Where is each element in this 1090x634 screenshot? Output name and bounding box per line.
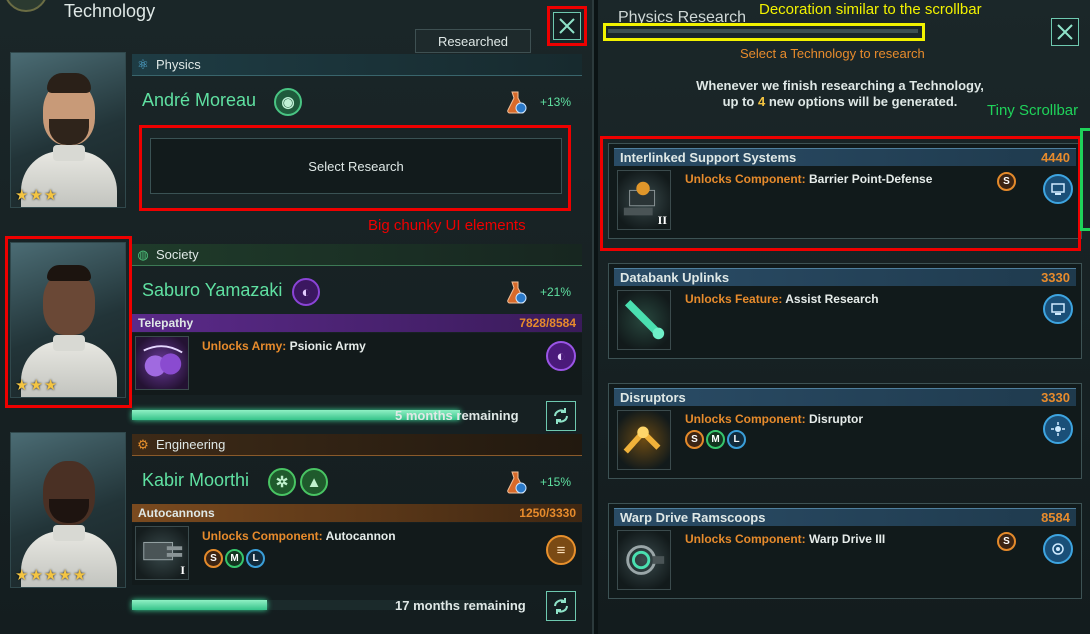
close-physics-research-button[interactable] (1051, 18, 1079, 46)
time-remaining: 17 months remaining (395, 598, 526, 613)
engineering-header: ⚙ Engineering (132, 434, 582, 456)
slot-large-icon: L (727, 430, 746, 449)
computer-category-icon (1043, 294, 1073, 324)
project-name: Autocannons (138, 506, 215, 520)
research-flask-icon (507, 471, 527, 494)
options-info: Whenever we finish researching a Technol… (696, 78, 984, 109)
research-flask-icon (507, 281, 527, 304)
tech-option-card[interactable]: Databank Uplinks 3330 Unlocks Feature: As… (608, 263, 1082, 359)
cycle-icon (554, 598, 568, 614)
ramscoop-tech-image (617, 530, 671, 590)
scientist-name[interactable]: Saburo Yamazaki (142, 280, 282, 301)
dna-trait-icon[interactable]: ✲ (268, 468, 296, 496)
skill-stars: ★ ★ ★ (15, 187, 58, 204)
physics-scientist-row: André Moreau ◉ +13% (132, 82, 582, 122)
telepathy-project-body[interactable]: Unlocks Army: Psionic Army ◐ (132, 333, 582, 395)
engineering-scientist-row: Kabir Moorthi ✲ ▲ +15% (132, 462, 582, 502)
physics-header: ⚛ Physics (132, 54, 582, 76)
gear-icon: ⚙ (137, 436, 149, 452)
project-progress-text: 7828/8584 (519, 316, 576, 330)
annotation-close-box (547, 6, 587, 46)
unlock-description: Unlocks Component: Disruptor (685, 412, 864, 426)
annotation-tiny-scrollbar: Tiny Scrollbar (987, 102, 1079, 119)
globe-icon: ◍ (137, 246, 149, 262)
project-progress-text: 1250/3330 (519, 506, 576, 520)
weapons-category-icon: ≡ (546, 535, 576, 565)
scientist-name[interactable]: Kabir Moorthi (142, 470, 249, 491)
slot-medium-icon: M (706, 430, 725, 449)
time-remaining: 5 months remaining (395, 408, 519, 423)
society-scientist-row: Saburo Yamazaki ◐ +21% (132, 272, 582, 312)
slot-sizes: S M L (204, 549, 265, 568)
slot-large-icon: L (246, 549, 265, 568)
society-area-icon: ◐ (546, 341, 576, 371)
autocannon-tech-image: I (135, 526, 189, 580)
tech-tier: I (180, 563, 185, 577)
close-icon (1057, 24, 1073, 40)
category-label: Physics (156, 57, 201, 72)
panel-subtitle: Select a Technology to research (740, 46, 925, 61)
project-name: Telepathy (138, 316, 194, 330)
energy-weapon-category-icon (1043, 414, 1073, 444)
category-label: Society (156, 247, 199, 262)
category-label: Engineering (156, 437, 226, 452)
panel-title: Technology (64, 1, 156, 21)
annotation-big-chunky: Big chunky UI elements (368, 217, 526, 234)
slot-small-icon: S (204, 549, 223, 568)
annotation-scrollbar-box (1080, 128, 1090, 231)
research-bonus: +21% (540, 285, 572, 299)
cycle-icon (554, 408, 568, 424)
annotation-decoration: Decoration similar to the scrollbar (759, 1, 982, 18)
databank-tech-image (617, 290, 671, 350)
skill-stars: ★ ★ ★ ★ ★ (15, 567, 87, 584)
annotation-decoration-box (603, 23, 925, 41)
card-header: Warp Drive Ramscoops 8584 (614, 508, 1076, 526)
scientist-portrait-engineering[interactable]: ★ ★ ★ ★ ★ (10, 432, 126, 588)
telepathy-tech-image (135, 336, 189, 390)
tech-option-card[interactable]: Disruptors 3330 Unlocks Component: Disrup… (608, 383, 1082, 479)
card-header: Disruptors 3330 (614, 388, 1076, 406)
ftl-drive-category-icon (1043, 534, 1073, 564)
scientist-portrait-physics[interactable]: ★ ★ ★ (10, 52, 126, 208)
disruptor-tech-image (617, 410, 671, 470)
tech-option-card[interactable]: Warp Drive Ramscoops 8584 Unlocks Compone… (608, 503, 1082, 599)
atom-icon: ⚛ (137, 56, 149, 72)
research-bonus: +15% (540, 475, 572, 489)
annotation-portrait-box (5, 236, 132, 408)
autocannons-project-header[interactable]: Autocannons 1250/3330 (132, 504, 582, 522)
card-header: Databank Uplinks 3330 (614, 268, 1076, 286)
society-header: ◍ Society (132, 244, 582, 266)
researched-button[interactable]: Researched (415, 29, 531, 53)
scientist-trait-icon[interactable]: ◉ (274, 88, 302, 116)
research-flask-icon (507, 91, 527, 114)
autocannons-project-body[interactable]: I Unlocks Component: Autocannon S M L ≡ (132, 523, 582, 585)
unlock-description: Unlocks Component: Autocannon (202, 529, 396, 543)
telepathy-project-header[interactable]: Telepathy 7828/8584 (132, 314, 582, 332)
scientist-name[interactable]: André Moreau (142, 90, 256, 111)
unlock-description: Unlocks Feature: Assist Research (685, 292, 879, 306)
research-bonus: +13% (540, 95, 572, 109)
psionic-trait-icon[interactable]: ◐ (292, 278, 320, 306)
annotation-card-box (600, 136, 1081, 251)
slot-sizes: S M L (685, 430, 746, 449)
slot-small-icon: S (685, 430, 704, 449)
change-research-button[interactable] (546, 401, 576, 431)
change-research-button[interactable] (546, 591, 576, 621)
annotation-select-box (139, 125, 571, 211)
slot-small-icon: S (997, 532, 1016, 551)
rank-trait-icon[interactable]: ▲ (300, 468, 328, 496)
unlock-description: Unlocks Army: Psionic Army (202, 339, 366, 353)
slot-medium-icon: M (225, 549, 244, 568)
unlock-description: Unlocks Component: Warp Drive III (685, 532, 886, 546)
progress-fill (132, 600, 267, 610)
